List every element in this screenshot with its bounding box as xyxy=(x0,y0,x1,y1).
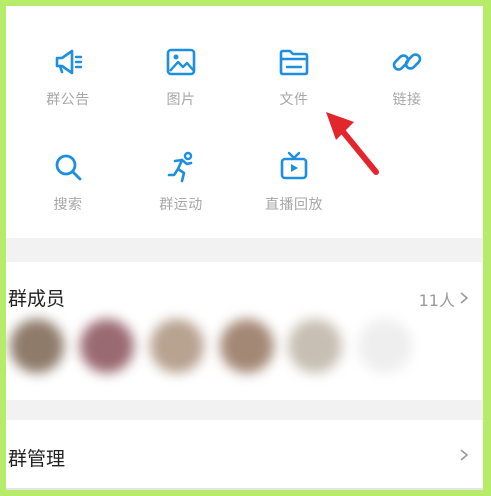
images-button[interactable]: 图片 xyxy=(136,45,226,109)
tv-icon xyxy=(280,151,308,180)
search-button[interactable]: 搜索 xyxy=(23,150,113,214)
group-manage-row[interactable]: 群管理 xyxy=(6,420,483,490)
announcement-button[interactable]: 群公告 xyxy=(23,45,113,109)
members-title: 群成员 xyxy=(8,288,66,310)
group-manage-title: 群管理 xyxy=(8,448,66,470)
links-label: 链接 xyxy=(392,92,422,108)
image-icon xyxy=(166,48,196,76)
member-avatar[interactable] xyxy=(288,319,342,373)
group-sport-button[interactable]: 群运动 xyxy=(136,150,226,214)
member-avatar[interactable] xyxy=(10,319,64,373)
member-count[interactable]: 11人 xyxy=(419,287,455,311)
running-icon xyxy=(167,151,193,183)
bottom-divider xyxy=(6,488,483,492)
member-avatar[interactable] xyxy=(220,319,274,373)
announcement-label: 群公告 xyxy=(46,92,90,108)
search-icon xyxy=(55,154,82,181)
link-icon xyxy=(392,53,422,71)
section-divider xyxy=(6,400,483,420)
red-arrow-annotation xyxy=(326,112,379,175)
files-label: 文件 xyxy=(279,92,309,108)
live-replay-label: 直播回放 xyxy=(265,197,323,213)
chevron-right-icon xyxy=(460,449,469,461)
member-avatar[interactable] xyxy=(150,319,204,373)
chevron-right-icon xyxy=(460,292,469,304)
members-section[interactable]: 群成员 11人 xyxy=(6,262,483,400)
folder-icon xyxy=(279,49,309,76)
search-label: 搜索 xyxy=(53,197,83,213)
megaphone-icon xyxy=(55,49,83,75)
images-label: 图片 xyxy=(166,92,196,108)
member-avatar[interactable] xyxy=(80,319,134,373)
links-button[interactable]: 链接 xyxy=(362,45,452,109)
files-button[interactable]: 文件 xyxy=(249,45,339,109)
group-sport-label: 群运动 xyxy=(159,197,203,213)
section-divider xyxy=(6,238,483,262)
member-avatar[interactable] xyxy=(358,319,412,373)
